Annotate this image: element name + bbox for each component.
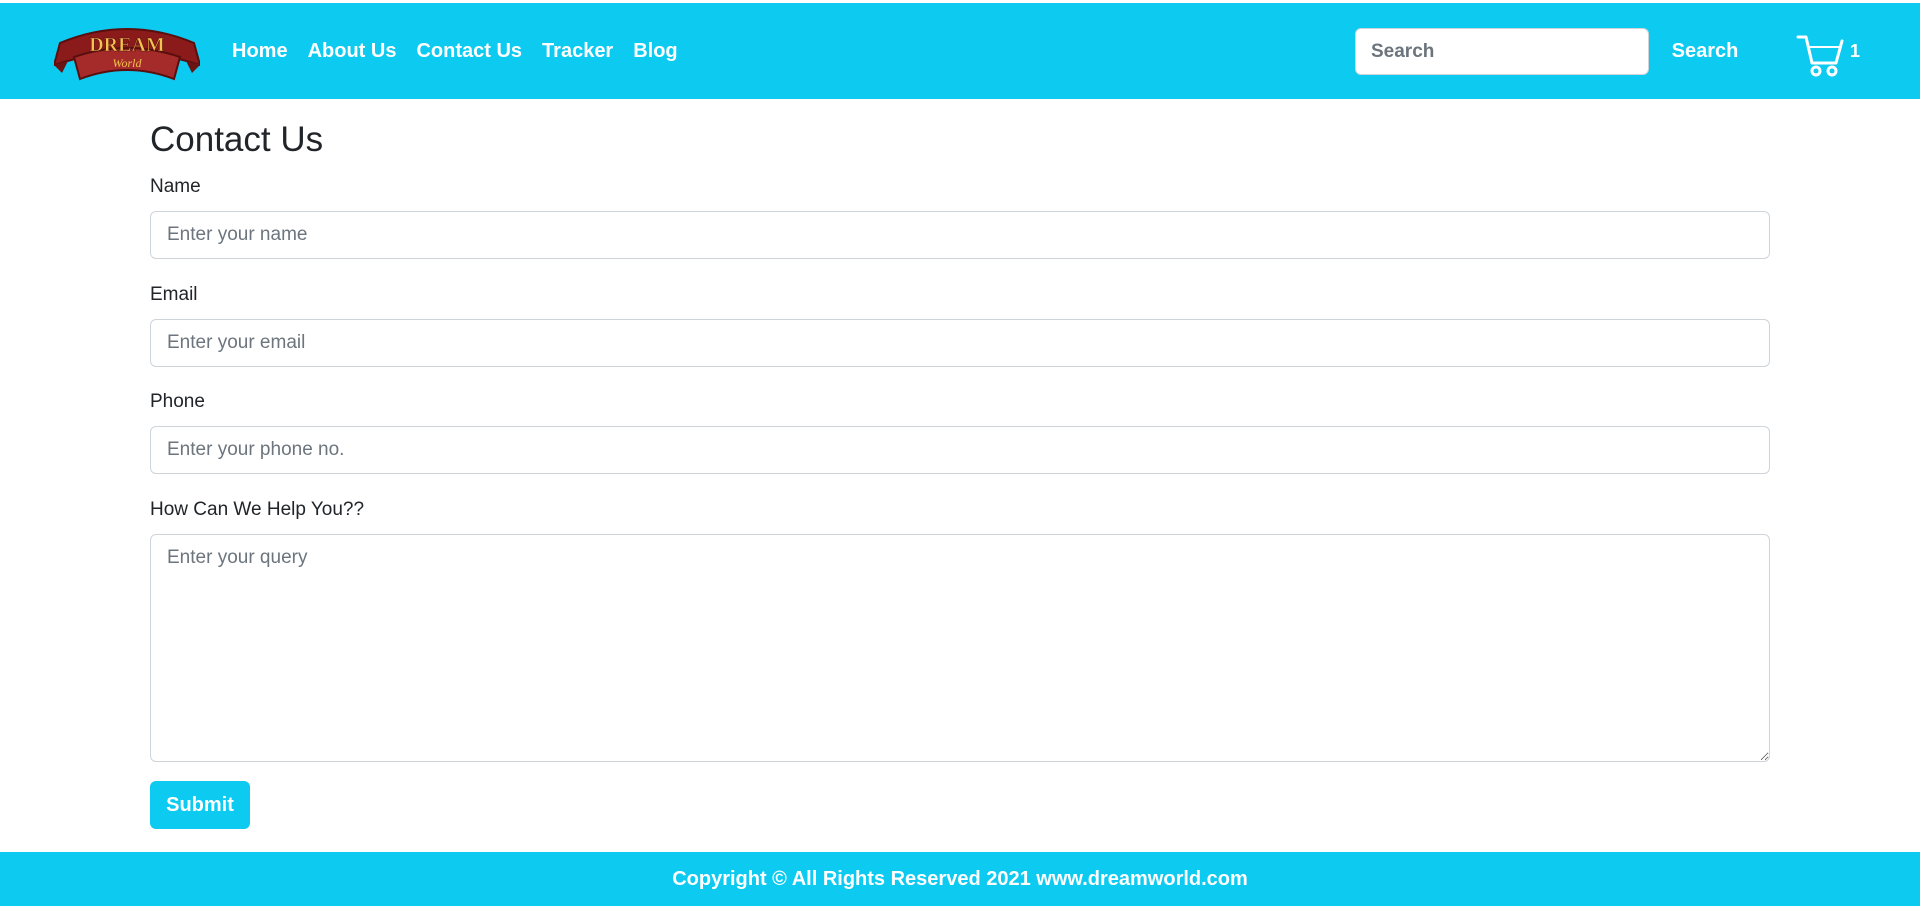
search-input[interactable] — [1355, 28, 1649, 75]
nav-about-us[interactable]: About Us — [308, 40, 397, 63]
query-textarea[interactable] — [150, 534, 1770, 762]
name-label: Name — [150, 176, 201, 197]
nav-home[interactable]: Home — [232, 40, 288, 63]
nav-tracker[interactable]: Tracker — [542, 40, 613, 63]
submit-button[interactable]: Submit — [150, 781, 250, 829]
phone-field[interactable] — [150, 426, 1770, 474]
phone-label: Phone — [150, 391, 205, 412]
dreamworld-logo[interactable]: DREAM World — [52, 21, 202, 83]
query-label: How Can We Help You?? — [150, 499, 365, 520]
nav-contact-us[interactable]: Contact Us — [416, 40, 522, 63]
search-button[interactable]: Search — [1660, 28, 1750, 75]
nav-links: Home About Us Contact Us Tracker Blog — [232, 3, 678, 99]
svg-text:World: World — [113, 56, 143, 70]
navbar: DREAM World Home About Us Contact Us Tra… — [0, 3, 1920, 99]
nav-blog[interactable]: Blog — [633, 40, 677, 63]
email-label: Email — [150, 284, 198, 305]
svg-text:DREAM: DREAM — [89, 34, 165, 56]
footer-copyright: Copyright © All Rights Reserved 2021 www… — [672, 867, 1248, 890]
logo-icon: DREAM World — [52, 28, 202, 81]
cart-icon — [1796, 35, 1844, 77]
name-field[interactable] — [150, 211, 1770, 259]
cart-count-badge: 1 — [1850, 41, 1861, 61]
email-field[interactable] — [150, 319, 1770, 367]
page-title: Contact Us — [150, 120, 324, 159]
footer: Copyright © All Rights Reserved 2021 www… — [0, 852, 1920, 906]
